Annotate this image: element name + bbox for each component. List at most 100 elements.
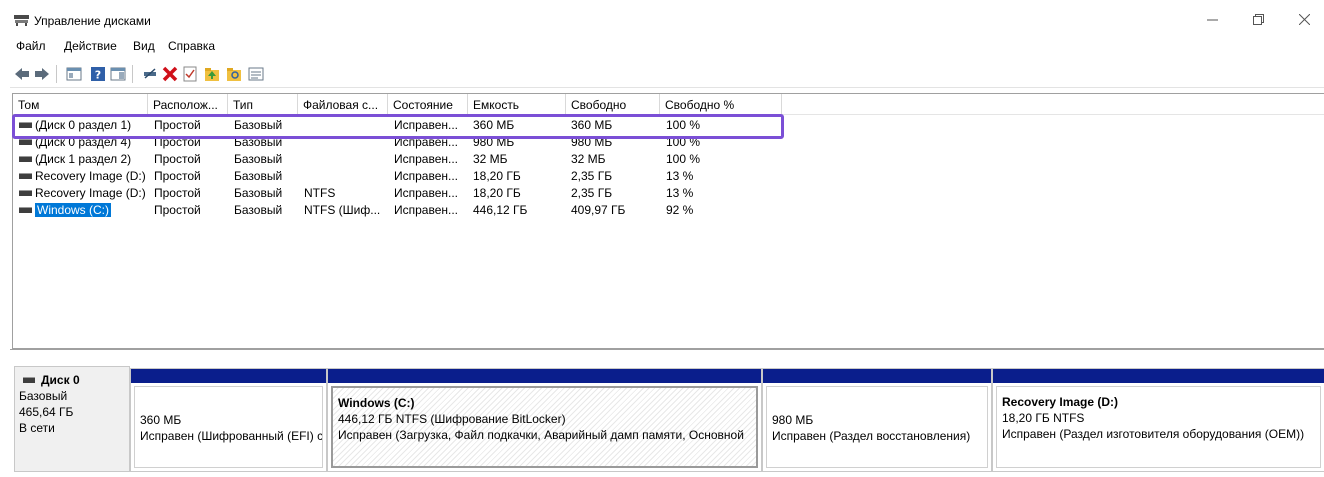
cell-percent-free: 13 % [666, 169, 694, 183]
partition-size: 18,20 ГБ NTFS [1002, 411, 1085, 425]
action-pane-icon[interactable] [110, 66, 126, 82]
cell-file-system [304, 168, 388, 185]
cell-volume: Windows (C:) [35, 202, 112, 219]
partition-header-bar [328, 369, 761, 383]
column-header-row: Том Располож... Тип Файловая с... Состоя… [13, 94, 1324, 115]
close-button[interactable] [1281, 6, 1324, 34]
menu-help[interactable]: Справка [168, 39, 215, 53]
cell-status: Исправен... [394, 186, 459, 200]
column-type[interactable]: Тип [228, 94, 298, 114]
disk-management-icon [14, 15, 29, 26]
svg-text:?: ? [95, 69, 101, 82]
volume-icon [19, 139, 32, 145]
cell-status: Исправен... [394, 169, 459, 183]
partition-status: Исправен (Загрузка, Файл подкачки, Авари… [338, 428, 744, 442]
selected-volume-name: Windows (C:) [35, 203, 112, 217]
menu-view[interactable]: Вид [133, 39, 155, 53]
table-row[interactable]: Recovery Image (D:) Простой Базовый Испр… [13, 168, 1324, 185]
column-volume[interactable]: Том [13, 94, 148, 114]
cell-layout: Простой [154, 186, 201, 200]
cell-volume: Recovery Image (D:) [35, 186, 146, 200]
help-icon[interactable]: ? [90, 66, 106, 82]
partition-status: Исправен (Шифрованный (EFI) с [140, 429, 323, 443]
column-status[interactable]: Состояние [388, 94, 468, 114]
cell-percent-free: 100 % [666, 152, 701, 166]
partition-body: Windows (C:) 446,12 ГБ NTFS (Шифрование … [331, 386, 758, 468]
cell-volume: (Диск 1 раздел 2) [35, 152, 132, 166]
partition-header-bar [763, 369, 991, 383]
minimize-icon [1206, 19, 1218, 21]
cell-layout: Простой [154, 203, 201, 217]
partition-title: Recovery Image (D:) [1002, 395, 1119, 409]
maximize-button[interactable] [1235, 6, 1281, 34]
disk-status: В сети [19, 421, 55, 435]
back-arrow-icon[interactable] [14, 66, 30, 82]
partition-body: Recovery Image (D:) 18,20 ГБ NTFS Исправ… [996, 386, 1321, 468]
cell-free-space: 32 МБ [571, 152, 606, 166]
column-layout[interactable]: Располож... [148, 94, 228, 114]
cell-free-space: 2,35 ГБ [571, 169, 613, 183]
table-row[interactable]: Recovery Image (D:) Простой Базовый NTFS… [13, 185, 1324, 202]
column-capacity[interactable]: Емкость [468, 94, 566, 114]
cell-capacity: 18,20 ГБ [473, 186, 521, 200]
cell-free-space: 2,35 ГБ [571, 186, 613, 200]
close-icon [1298, 13, 1310, 26]
toolbar-separator [56, 65, 57, 83]
partition-header-bar [993, 369, 1324, 383]
volume-icon [19, 190, 32, 196]
window-title: Управление дисками [34, 14, 151, 28]
cell-type: Базовый [234, 152, 283, 166]
column-free-space[interactable]: Свободно [566, 94, 660, 114]
cell-capacity: 18,20 ГБ [473, 169, 521, 183]
cell-capacity: 32 МБ [473, 152, 508, 166]
console-tree-icon[interactable] [66, 66, 82, 82]
toolbar: ? [10, 61, 1324, 88]
search-folder-icon[interactable] [226, 66, 242, 82]
cell-type: Базовый [234, 203, 283, 217]
disk-0-label[interactable]: Диск 0 Базовый 465,64 ГБ В сети [14, 366, 130, 472]
column-file-system[interactable]: Файловая с... [298, 94, 388, 114]
selection-highlight-frame [12, 114, 784, 139]
column-percent-free[interactable]: Свободно % [660, 94, 782, 114]
up-folder-icon[interactable] [204, 66, 220, 82]
cell-free-space: 409,97 ГБ [571, 203, 626, 217]
cell-file-system: NTFS (Шиф... [304, 203, 381, 217]
table-row-selected[interactable]: Windows (C:) Простой Базовый NTFS (Шиф..… [13, 202, 1324, 219]
delete-icon[interactable] [162, 66, 178, 82]
volume-icon [19, 156, 32, 162]
cell-file-system [304, 151, 388, 168]
disk-icon [23, 377, 35, 383]
cell-percent-free: 92 % [666, 203, 694, 217]
disk-name: Диск 0 [41, 373, 80, 387]
connect-icon[interactable] [142, 66, 158, 82]
cell-file-system: NTFS [304, 186, 336, 200]
disk-type: Базовый [19, 389, 68, 403]
properties-check-icon[interactable] [182, 66, 198, 82]
menu-file[interactable]: Файл [16, 39, 46, 53]
partition-status: Исправен (Раздел изготовителя оборудован… [1002, 427, 1305, 441]
cell-volume: Recovery Image (D:) [35, 169, 146, 183]
partition-size: 980 МБ [772, 413, 814, 427]
cell-layout: Простой [154, 169, 201, 183]
settings-list-icon[interactable] [248, 66, 264, 82]
volume-icon [19, 173, 32, 179]
cell-status: Исправен... [394, 203, 459, 217]
forward-arrow-icon[interactable] [34, 66, 50, 82]
disk-size: 465,64 ГБ [19, 405, 74, 419]
partition-efi[interactable]: 360 МБ Исправен (Шифрованный (EFI) с [130, 368, 327, 472]
title-bar: Управление дисками [10, 6, 1324, 34]
cell-layout: Простой [154, 152, 201, 166]
cell-type: Базовый [234, 186, 283, 200]
partition-body: 360 МБ Исправен (Шифрованный (EFI) с [134, 386, 323, 468]
toolbar-separator [132, 65, 133, 83]
cell-percent-free: 13 % [666, 186, 694, 200]
partition-recovery-image-d[interactable]: Recovery Image (D:) 18,20 ГБ NTFS Исправ… [992, 368, 1324, 472]
disk-map-pane: Диск 0 Базовый 465,64 ГБ В сети 360 МБ И… [10, 349, 1324, 477]
minimize-button[interactable] [1189, 6, 1235, 34]
partition-recovery[interactable]: 980 МБ Исправен (Раздел восстановления) [762, 368, 992, 472]
partition-windows-c[interactable]: Windows (C:) 446,12 ГБ NTFS (Шифрование … [327, 368, 762, 472]
menu-action[interactable]: Действие [64, 39, 117, 53]
cell-type: Базовый [234, 169, 283, 183]
cell-status: Исправен... [394, 152, 459, 166]
table-row[interactable]: (Диск 1 раздел 2) Простой Базовый Исправ… [13, 151, 1324, 168]
